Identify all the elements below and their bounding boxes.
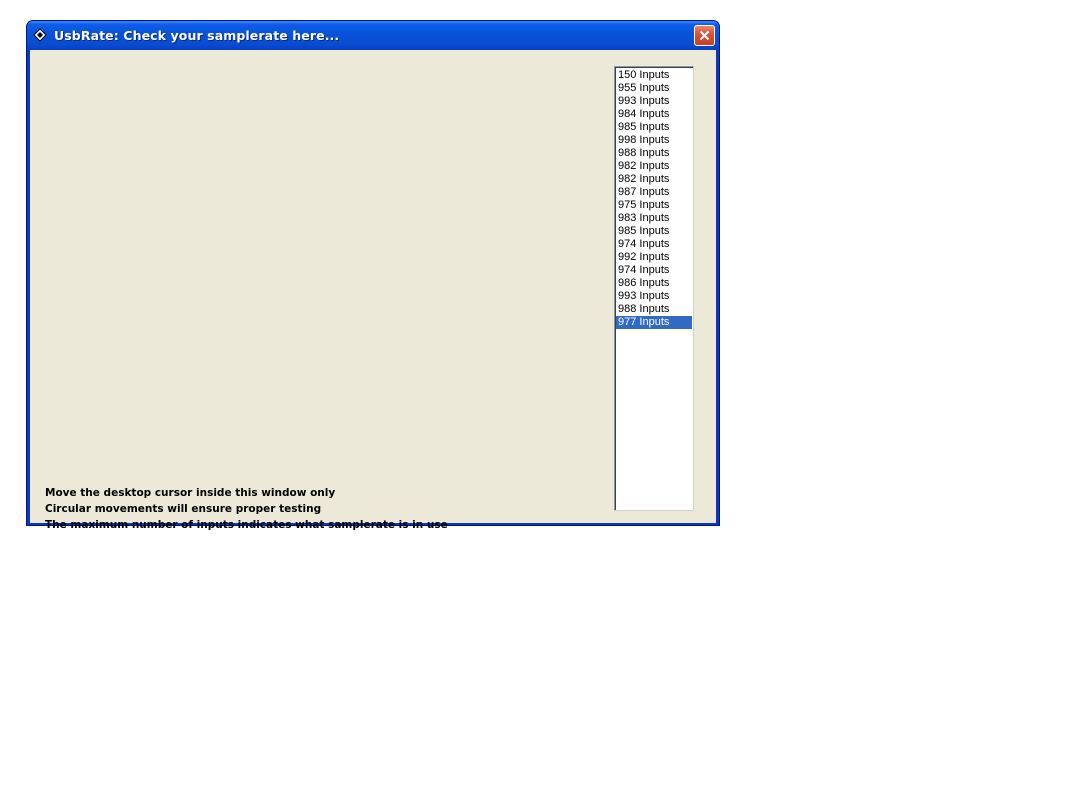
client-area[interactable]: 150 Inputs 955 Inputs 993 Inputs 984 Inputs… [30, 50, 716, 531]
instruction-line-2: Circular movements will ensure proper te… [45, 503, 322, 515]
instruction-line-3: The maximum number of inputs indicates w… [45, 519, 448, 531]
inputs-listbox[interactable]: 150 Inputs 955 Inputs 993 Inputs 984 Inputs… [614, 66, 694, 511]
usbrate-window: UsbRate: Check your samplerate here... 1… [26, 20, 720, 531]
list-item[interactable]: 998 Inputs [616, 134, 692, 147]
list-item[interactable]: 986 Inputs [616, 277, 692, 290]
list-item[interactable]: 982 Inputs [616, 173, 692, 186]
list-item[interactable]: 974 Inputs [616, 264, 692, 277]
diamond-app-icon [33, 28, 47, 42]
close-icon [699, 30, 710, 41]
list-item[interactable]: 985 Inputs [616, 225, 692, 238]
list-item[interactable]: 975 Inputs [616, 199, 692, 212]
list-item[interactable]: 955 Inputs [616, 82, 692, 95]
list-item[interactable]: 988 Inputs [616, 147, 692, 160]
title-bar[interactable]: UsbRate: Check your samplerate here... [27, 21, 719, 50]
instructions-text: Move the desktop cursor inside this wind… [45, 486, 448, 534]
list-item[interactable]: 988 Inputs [616, 303, 692, 316]
list-item[interactable]: 985 Inputs [616, 121, 692, 134]
list-item[interactable]: 977 Inputs [616, 316, 692, 329]
list-item[interactable]: 150 Inputs [616, 69, 692, 82]
list-item[interactable]: 982 Inputs [616, 160, 692, 173]
list-item[interactable]: 984 Inputs [616, 108, 692, 121]
list-item[interactable]: 987 Inputs [616, 186, 692, 199]
instruction-line-1: Move the desktop cursor inside this wind… [45, 487, 336, 499]
close-button[interactable] [694, 25, 715, 46]
list-item[interactable]: 983 Inputs [616, 212, 692, 225]
window-title: UsbRate: Check your samplerate here... [54, 28, 340, 43]
list-item[interactable]: 974 Inputs [616, 238, 692, 251]
list-item[interactable]: 993 Inputs [616, 290, 692, 303]
list-item[interactable]: 992 Inputs [616, 251, 692, 264]
list-item[interactable]: 993 Inputs [616, 95, 692, 108]
